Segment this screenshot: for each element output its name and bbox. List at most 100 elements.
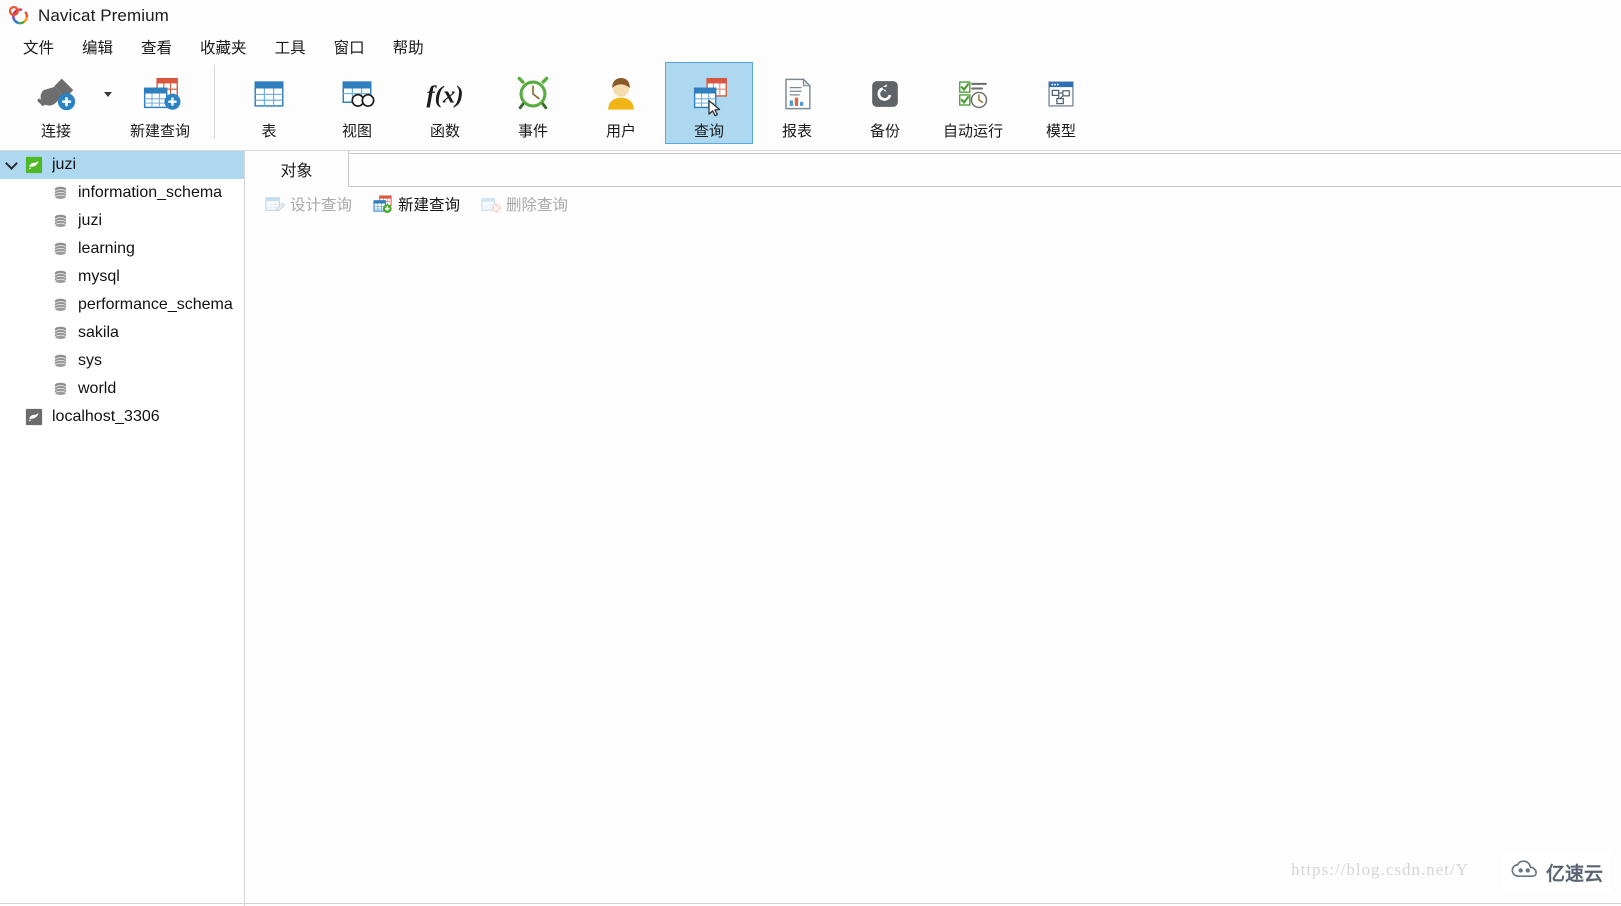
main-body: juzi information_schema (0, 150, 1621, 906)
toolbar-button-function[interactable]: f(x) 函数 (401, 62, 489, 144)
brand-badge: 亿速云 (1503, 853, 1611, 892)
toolbar-button-user[interactable]: 用户 (577, 62, 665, 144)
tree-label-information-schema: information_schema (78, 184, 222, 202)
delete-query-button[interactable]: 删除查询 (473, 191, 575, 217)
toolbar-label-table: 表 (261, 120, 276, 141)
main-toolbar: 连接 (0, 62, 1621, 150)
database-icon (48, 269, 72, 286)
tree-label-juzi: juzi (52, 156, 76, 174)
design-query-button[interactable]: 设计查询 (257, 191, 359, 217)
connection-tree-sidebar[interactable]: juzi information_schema (0, 151, 245, 906)
event-clock-icon (505, 69, 561, 119)
toolbar-button-query[interactable]: 查询 (665, 62, 753, 144)
navicat-logo-icon (8, 5, 30, 27)
database-icon (48, 241, 72, 258)
toolbar-separator (214, 65, 215, 139)
menu-edit[interactable]: 编辑 (68, 34, 127, 61)
tree-label-mysql: mysql (78, 268, 120, 286)
tab-object[interactable]: 对象 (245, 151, 349, 187)
function-fx-icon: f(x) (417, 69, 473, 119)
toolbar-button-view[interactable]: 视图 (313, 62, 401, 144)
database-icon (48, 297, 72, 314)
report-icon (769, 69, 825, 119)
tree-database-sakila[interactable]: sakila (0, 319, 244, 347)
object-action-bar: 设计查询 (245, 187, 1621, 221)
tree-database-mysql[interactable]: mysql (0, 263, 244, 291)
chevron-down-icon[interactable] (0, 162, 22, 168)
tree-database-juzi[interactable]: juzi (0, 207, 244, 235)
menu-file[interactable]: 文件 (9, 34, 68, 61)
database-icon (48, 185, 72, 202)
tree-database-information-schema[interactable]: information_schema (0, 179, 244, 207)
toolbar-button-backup[interactable]: 备份 (841, 62, 929, 144)
tree-label-juzi-db: juzi (78, 212, 102, 230)
new-query-plus-icon (372, 194, 394, 214)
delete-query-label: 删除查询 (506, 193, 568, 215)
menu-tools[interactable]: 工具 (261, 34, 320, 61)
tree-label-world: world (78, 380, 116, 398)
connection-dropdown-caret-icon[interactable] (100, 62, 116, 144)
title-bar: Navicat Premium (0, 0, 1621, 32)
tree-label-localhost-3306: localhost_3306 (52, 408, 160, 426)
model-icon (1033, 69, 1089, 119)
menu-window[interactable]: 窗口 (320, 34, 379, 61)
toolbar-label-model: 模型 (1046, 120, 1076, 141)
database-icon (48, 381, 72, 398)
brand-name: 亿速云 (1546, 859, 1603, 886)
tree-database-sys[interactable]: sys (0, 347, 244, 375)
toolbar-button-report[interactable]: 报表 (753, 62, 841, 144)
svg-text:f(x): f(x) (426, 81, 463, 108)
toolbar-label-automation: 自动运行 (943, 120, 1003, 141)
tree-connection-juzi[interactable]: juzi (0, 151, 244, 179)
toolbar-button-table[interactable]: 表 (225, 62, 313, 144)
toolbar-button-automation[interactable]: 自动运行 (929, 62, 1017, 144)
tree-database-world[interactable]: world (0, 375, 244, 403)
toolbar-label-query: 查询 (694, 120, 724, 141)
content-pane: 对象 设计查询 (245, 151, 1621, 906)
backup-icon (857, 69, 913, 119)
new-query-button[interactable]: 新建查询 (365, 191, 467, 217)
delete-query-icon (480, 194, 502, 214)
tree-label-performance-schema: performance_schema (78, 296, 233, 314)
tree-database-performance-schema[interactable]: performance_schema (0, 291, 244, 319)
tree-connection-localhost-3306[interactable]: localhost_3306 (0, 403, 244, 431)
automation-icon (945, 69, 1001, 119)
view-icon (329, 69, 385, 119)
toolbar-label-event: 事件 (518, 120, 548, 141)
toolbar-button-new-query[interactable]: 新建查询 (116, 62, 204, 144)
menu-view[interactable]: 查看 (127, 34, 186, 61)
tree-label-sakila: sakila (78, 324, 119, 342)
navicat-window: Navicat Premium 文件 编辑 查看 收藏夹 工具 窗口 帮助 (0, 0, 1621, 906)
mysql-dolphin-gray-icon (22, 408, 46, 426)
design-query-icon (264, 194, 286, 214)
toolbar-button-event[interactable]: 事件 (489, 62, 577, 144)
new-query-icon (132, 69, 188, 119)
watermark-url: https://blog.csdn.net/Y (1291, 860, 1469, 880)
toolbar-label-report: 报表 (782, 120, 812, 141)
new-query-label: 新建查询 (398, 193, 460, 215)
connection-plug-icon (28, 69, 84, 119)
mysql-dolphin-icon (22, 156, 46, 174)
tree-label-learning: learning (78, 240, 135, 258)
tabstrip-filler (349, 153, 1621, 187)
query-list-workspace[interactable] (245, 221, 1621, 906)
window-title: Navicat Premium (38, 6, 169, 26)
toolbar-label-view: 视图 (342, 120, 372, 141)
toolbar-button-connection[interactable]: 连接 (12, 62, 100, 144)
toolbar-button-model[interactable]: 模型 (1017, 62, 1105, 144)
toolbar-label-function: 函数 (430, 120, 460, 141)
toolbar-label-connection: 连接 (41, 120, 71, 141)
tree-database-learning[interactable]: learning (0, 235, 244, 263)
toolbar-label-backup: 备份 (870, 120, 900, 141)
database-icon (48, 213, 72, 230)
menu-help[interactable]: 帮助 (379, 34, 438, 61)
query-icon (681, 69, 737, 119)
database-icon (48, 325, 72, 342)
user-icon (593, 69, 649, 119)
menu-favorites[interactable]: 收藏夹 (186, 34, 261, 61)
table-icon (241, 69, 297, 119)
toolbar-label-user: 用户 (606, 120, 636, 141)
toolbar-label-new-query: 新建查询 (130, 120, 190, 141)
tree-label-sys: sys (78, 352, 102, 370)
menu-bar: 文件 编辑 查看 收藏夹 工具 窗口 帮助 (0, 32, 1621, 62)
